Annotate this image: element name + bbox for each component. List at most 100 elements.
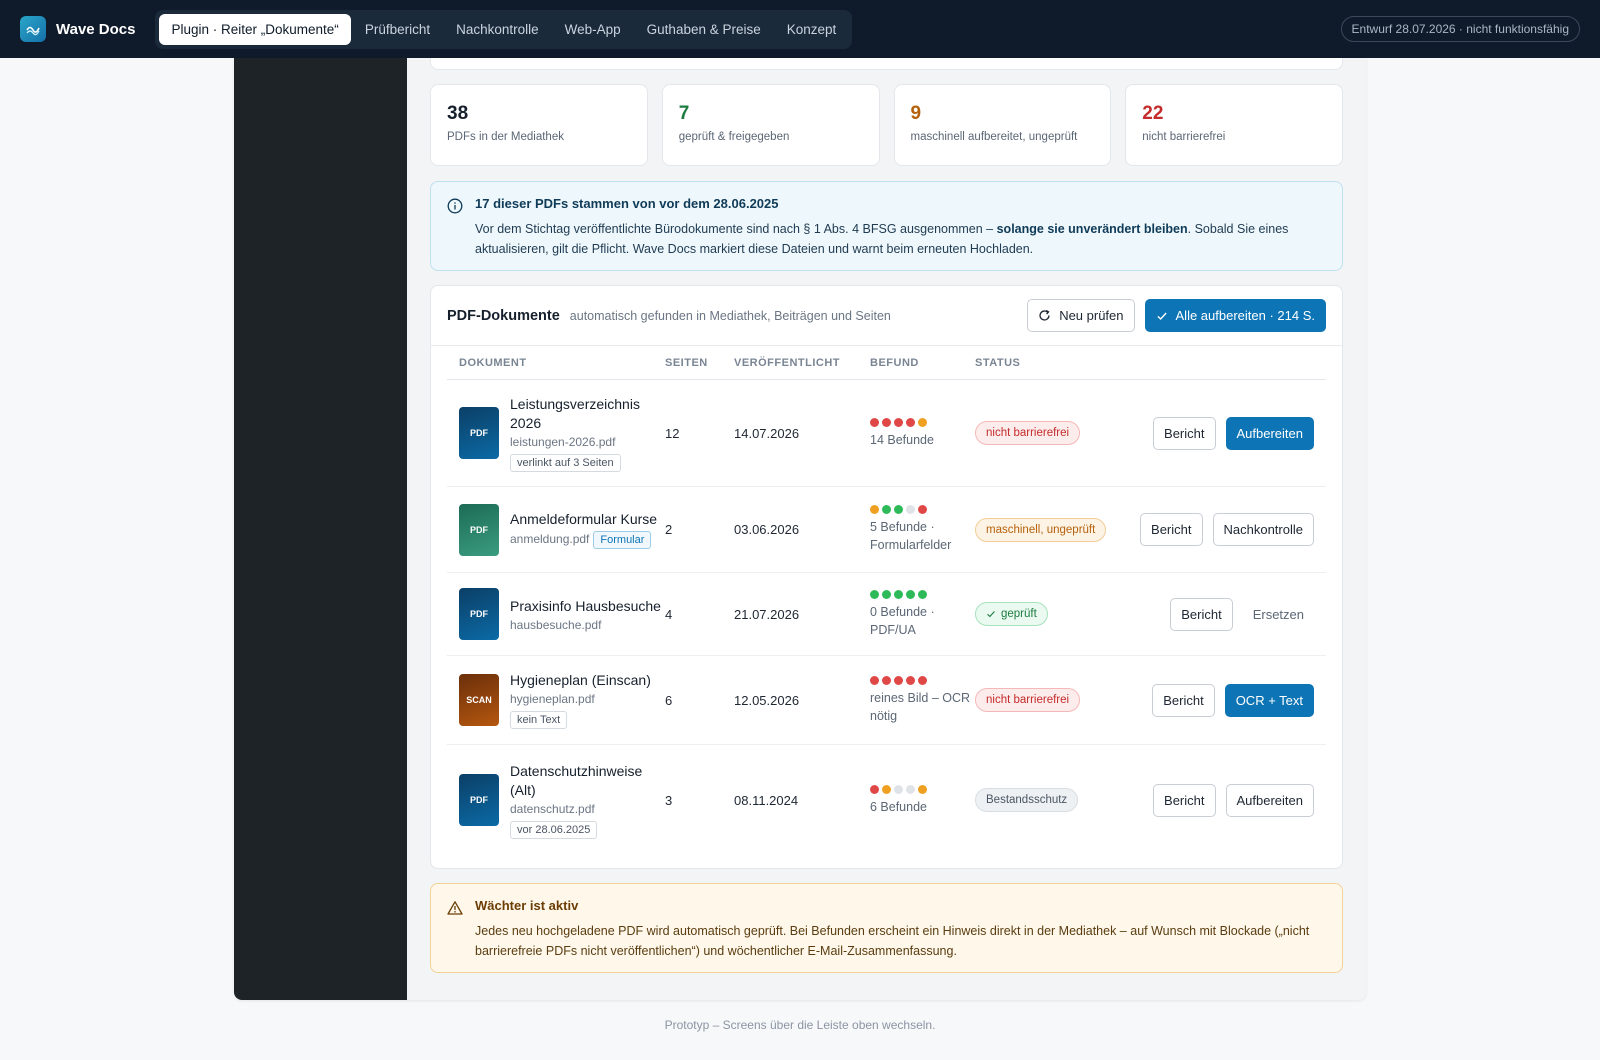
doc-name[interactable]: Leistungsverzeichnis 2026 bbox=[510, 395, 665, 433]
info-title: 17 dieser PDFs stammen von vor dem 28.06… bbox=[475, 196, 779, 211]
severity-dots bbox=[870, 589, 975, 599]
doc-findings: 0 Befunde · PDF/UA bbox=[870, 589, 975, 639]
table-row: PDF Praxisinfo Hausbesuche hausbesuche.p… bbox=[447, 573, 1326, 656]
table-row: PDF Datenschutzhinweise (Alt) datenschut… bbox=[447, 745, 1326, 855]
brand-name: Wave Docs bbox=[56, 20, 136, 38]
pdf-file-icon: PDF bbox=[459, 588, 499, 640]
process-all-button[interactable]: Alle aufbereiten · 214 S. bbox=[1144, 299, 1326, 332]
replace-button[interactable]: Ersetzen bbox=[1243, 598, 1314, 631]
report-button[interactable]: Bericht bbox=[1153, 416, 1216, 450]
doc-filename-text: anmeldung.pdf bbox=[510, 532, 590, 546]
footer-note: Prototyp – Screens über die Leiste oben … bbox=[664, 1018, 936, 1032]
stat-label: nicht barrierefrei bbox=[1142, 131, 1226, 143]
report-button[interactable]: Bericht bbox=[1153, 783, 1216, 817]
col-published: VERÖFFENTLICHT bbox=[734, 356, 840, 369]
report-button[interactable]: Bericht bbox=[1170, 597, 1233, 631]
table-header: DOKUMENT SEITEN VERÖFFENTLICHT BEFUND ST… bbox=[447, 346, 1326, 380]
doc-filename: leistungen-2026.pdf bbox=[510, 434, 616, 449]
stat-value: 7 bbox=[678, 103, 690, 124]
info-text-emphasis: solange sie unverändert bleiben bbox=[996, 222, 1188, 236]
draft-badge: Entwurf 28.07.2026 · nicht funktionsfähi… bbox=[1340, 16, 1580, 42]
doc-name[interactable]: Anmeldeformular Kurse bbox=[510, 510, 657, 529]
col-findings: BEFUND bbox=[870, 356, 919, 369]
severity-dots bbox=[870, 675, 975, 685]
doc-tag: verlinkt auf 3 Seiten bbox=[510, 453, 621, 472]
doc-tag: Formular bbox=[593, 531, 652, 549]
doc-pages: 2 bbox=[665, 522, 673, 537]
doc-findings: 5 Befunde · Formularfelder bbox=[870, 505, 975, 554]
doc-findings: reines Bild – OCR nötig bbox=[870, 675, 975, 725]
doc-pages: 12 bbox=[665, 425, 680, 441]
watcher-text: Jedes neu hochgeladene PDF wird automati… bbox=[475, 924, 1310, 958]
tab-pruefbericht[interactable]: Prüfbericht bbox=[353, 14, 442, 45]
warning-icon bbox=[447, 901, 463, 915]
doc-pages: 6 bbox=[665, 692, 673, 708]
stat-not-accessible: 22 nicht barrierefrei bbox=[1125, 84, 1343, 166]
table-row: PDF Leistungsverzeichnis 2026 leistungen… bbox=[447, 380, 1326, 487]
wp-admin-sidebar bbox=[234, 58, 407, 1000]
status-badge: geprüft bbox=[975, 602, 1048, 626]
doc-tag: vor 28.06.2025 bbox=[510, 820, 598, 839]
status-text: geprüft bbox=[1001, 608, 1037, 620]
docs-header: PDF-Dokumente automatisch gefunden in Me… bbox=[431, 286, 1342, 346]
status-badge: nicht barrierefrei bbox=[975, 421, 1081, 445]
process-button[interactable]: Aufbereiten bbox=[1225, 783, 1314, 817]
docs-subtitle: automatisch gefunden in Mediathek, Beitr… bbox=[569, 308, 891, 323]
scan-file-icon: SCAN bbox=[459, 674, 499, 726]
col-pages: SEITEN bbox=[665, 356, 708, 369]
stat-value: 9 bbox=[910, 103, 922, 124]
findings-text: 14 Befunde bbox=[870, 432, 934, 447]
doc-filename: datenschutz.pdf bbox=[510, 801, 595, 816]
tab-nachkontrolle[interactable]: Nachkontrolle bbox=[444, 14, 551, 45]
doc-date: 03.06.2026 bbox=[734, 522, 800, 537]
tab-plugin-documents[interactable]: Plugin · Reiter „Dokumente“ bbox=[159, 13, 351, 45]
report-button[interactable]: Bericht bbox=[1140, 513, 1203, 546]
doc-date: 21.07.2026 bbox=[734, 606, 800, 622]
check-icon bbox=[987, 611, 995, 618]
ocr-button[interactable]: OCR + Text bbox=[1224, 683, 1314, 717]
pdf-file-icon: PDF bbox=[459, 774, 499, 826]
col-status: STATUS bbox=[975, 356, 1021, 369]
doc-filename: hausbesuche.pdf bbox=[510, 617, 602, 632]
severity-dots bbox=[870, 784, 975, 794]
info-text: Vor dem Stichtag veröffentlichte Bürodok… bbox=[475, 219, 1326, 259]
table-row: SCAN Hygieneplan (Einscan) hygieneplan.p… bbox=[447, 656, 1326, 745]
stat-value: 22 bbox=[1142, 103, 1164, 124]
process-all-label: Alle aufbereiten · 214 S. bbox=[1175, 308, 1315, 323]
doc-name[interactable]: Datenschutzhinweise (Alt) bbox=[510, 762, 665, 800]
doc-pages: 4 bbox=[665, 606, 673, 622]
recheck-label: Neu prüfen bbox=[1059, 308, 1124, 323]
recheck-button[interactable]: Neu prüfen bbox=[1027, 299, 1135, 332]
findings-text: 0 Befunde · PDF/UA bbox=[870, 604, 935, 637]
stats-row: 38 PDFs in der Mediathek 7 geprüft & fre… bbox=[430, 84, 1343, 166]
tab-konzept[interactable]: Konzept bbox=[775, 14, 849, 45]
top-bar: Wave Docs Plugin · Reiter „Dokumente“ Pr… bbox=[0, 0, 1600, 58]
doc-findings: 14 Befunde bbox=[870, 417, 975, 449]
severity-dots bbox=[870, 417, 975, 427]
table-row: PDF Anmeldeformular Kurse anmeldung.pdf F… bbox=[447, 487, 1326, 573]
docs-title: PDF-Dokumente bbox=[447, 307, 560, 324]
info-notice: 17 dieser PDFs stammen von vor dem 28.06… bbox=[430, 181, 1343, 271]
report-button[interactable]: Bericht bbox=[1152, 683, 1215, 717]
doc-name[interactable]: Praxisinfo Hausbesuche bbox=[510, 597, 661, 616]
findings-text: 5 Befunde · Formularfelder bbox=[870, 520, 952, 552]
tab-web-app[interactable]: Web-App bbox=[553, 14, 633, 45]
pdf-file-icon: PDF bbox=[459, 503, 499, 556]
documents-table: DOKUMENT SEITEN VERÖFFENTLICHT BEFUND ST… bbox=[447, 346, 1326, 855]
stat-total: 38 PDFs in der Mediathek bbox=[430, 84, 648, 166]
check-icon bbox=[1156, 312, 1167, 320]
info-text-part: Vor dem Stichtag veröffentlichte Bürodok… bbox=[475, 222, 997, 236]
tab-guthaben-preise[interactable]: Guthaben & Preise bbox=[635, 14, 773, 45]
findings-text: 6 Befunde bbox=[870, 799, 927, 814]
pdf-documents-card: PDF-Dokumente automatisch gefunden in Me… bbox=[430, 285, 1343, 869]
process-button[interactable]: Aufbereiten bbox=[1225, 416, 1314, 450]
doc-date: 12.05.2026 bbox=[734, 692, 800, 708]
doc-name[interactable]: Hygieneplan (Einscan) bbox=[510, 671, 651, 690]
followup-check-button[interactable]: Nachkontrolle bbox=[1212, 513, 1314, 546]
doc-date: 14.07.2026 bbox=[734, 425, 800, 441]
doc-filename: hygieneplan.pdf bbox=[510, 692, 595, 706]
info-icon bbox=[447, 198, 463, 214]
stat-label: PDFs in der Mediathek bbox=[447, 131, 564, 143]
brand[interactable]: Wave Docs bbox=[20, 16, 135, 42]
pdf-file-icon: PDF bbox=[459, 407, 499, 459]
